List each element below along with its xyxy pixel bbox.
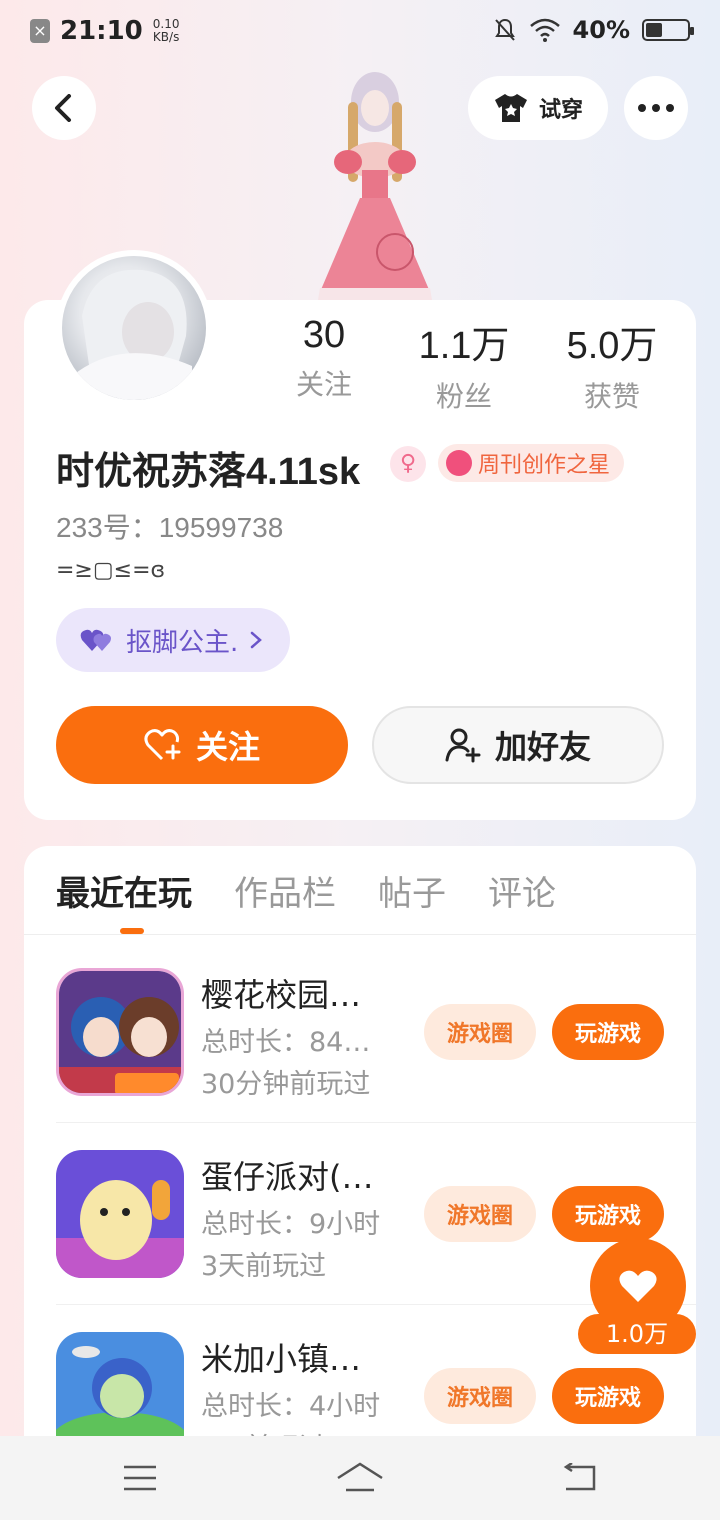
follow-label: 关注 <box>195 728 260 766</box>
eggy-party-icon[interactable] <box>56 1150 184 1278</box>
signature: =≥▢≤=ɞ <box>56 558 166 583</box>
stat-followers[interactable]: 1.1万 粉丝 <box>394 314 534 415</box>
mute-bell-icon <box>494 18 515 41</box>
play-game-button[interactable]: 玩游戏 <box>552 1186 664 1242</box>
status-time: 21:10 <box>60 16 143 46</box>
avatar[interactable] <box>56 250 212 406</box>
menu-button[interactable] <box>120 1458 160 1498</box>
add-user-icon <box>445 728 481 763</box>
game-row[interactable]: 米加小镇… 总时长：4小时 7天前玩过 游戏圈 玩游戏 <box>56 1332 668 1436</box>
user-id[interactable]: 233号：19599738 <box>56 506 283 546</box>
miga-town-icon[interactable] <box>56 1332 184 1436</box>
home-button[interactable] <box>336 1458 384 1498</box>
game-last-played: 7天前玩过 <box>201 1426 326 1436</box>
more-button[interactable] <box>624 76 688 140</box>
relation-label: 抠脚公主. <box>126 627 239 658</box>
network-speed: 0.10 KB/s <box>152 17 180 44</box>
back-button[interactable] <box>32 76 96 140</box>
game-duration: 总时长：4小时 <box>201 1391 381 1422</box>
play-game-button[interactable]: 玩游戏 <box>552 1004 664 1060</box>
tshirt-icon <box>494 94 527 122</box>
heart-plus-icon <box>144 729 181 761</box>
divider <box>24 934 696 935</box>
no-sim-icon: × <box>30 19 50 43</box>
game-duration: 总时长：84… <box>201 1027 371 1058</box>
relation-tag[interactable]: 抠脚公主. <box>56 608 291 672</box>
badge-medal-icon <box>446 450 472 476</box>
play-game-button[interactable]: 玩游戏 <box>552 1368 664 1424</box>
try-on-button[interactable]: 试穿 <box>468 76 608 140</box>
more-dots-icon <box>638 104 674 112</box>
avatar-image <box>72 269 192 400</box>
chevron-right-icon <box>251 631 263 649</box>
follow-button[interactable]: 关注 <box>56 706 348 784</box>
game-duration: 总时长：9小时 <box>201 1209 381 1240</box>
game-circle-button[interactable]: 游戏圈 <box>424 1368 536 1424</box>
tab-works[interactable]: 作品栏 <box>234 866 336 915</box>
like-count: 1.0万 <box>578 1314 696 1354</box>
battery-percent: 40% <box>572 16 630 44</box>
stat-likes[interactable]: 5.0万 获赞 <box>542 314 682 415</box>
wifi-icon <box>529 18 560 42</box>
nickname: 时优祝苏落4.11sk <box>56 451 361 493</box>
badge-label: 周刊创作之星 <box>478 453 611 478</box>
tab-posts[interactable]: 帖子 <box>378 866 446 915</box>
tab-comments[interactable]: 评论 <box>488 866 556 915</box>
game-name: 蛋仔派对(… <box>201 1158 374 1196</box>
status-bar: × 21:10 0.10 KB/s 40% <box>0 0 720 64</box>
menu-icon <box>124 1465 156 1491</box>
return-icon <box>563 1463 596 1491</box>
double-heart-icon <box>80 629 111 651</box>
system-nav-bar <box>0 1436 720 1520</box>
content-tabs: 最近在玩 作品栏 帖子 评论 <box>56 866 556 915</box>
game-row[interactable]: 樱花校园… 总时长：84… 30分钟前玩过 游戏圈 玩游戏 <box>56 968 668 1100</box>
add-friend-label: 加好友 <box>494 728 591 766</box>
heart-icon <box>619 1270 657 1302</box>
game-circle-button[interactable]: 游戏圈 <box>424 1004 536 1060</box>
game-circle-button[interactable]: 游戏圈 <box>424 1186 536 1242</box>
game-name: 米加小镇… <box>201 1340 362 1378</box>
avatar-outfit-figure <box>318 72 432 300</box>
sakura-school-icon[interactable] <box>56 968 184 1096</box>
try-on-label: 试穿 <box>538 98 583 123</box>
tab-recent-played[interactable]: 最近在玩 <box>56 866 192 915</box>
home-icon <box>337 1462 383 1492</box>
add-friend-button[interactable]: 加好友 <box>372 706 664 784</box>
game-last-played: 3天前玩过 <box>201 1251 327 1282</box>
creator-badge[interactable]: 周刊创作之星 <box>438 444 625 482</box>
stat-following[interactable]: 30 关注 <box>254 314 394 403</box>
game-name: 樱花校园… <box>201 976 362 1014</box>
female-icon: ♀ <box>390 446 426 482</box>
game-row[interactable]: 蛋仔派对(… 总时长：9小时 3天前玩过 游戏圈 玩游戏 <box>56 1150 668 1282</box>
back-nav-button[interactable] <box>560 1458 600 1498</box>
battery-icon <box>642 19 694 41</box>
chevron-left-icon <box>55 94 71 122</box>
game-last-played: 30分钟前玩过 <box>201 1069 371 1100</box>
divider <box>56 1122 696 1123</box>
